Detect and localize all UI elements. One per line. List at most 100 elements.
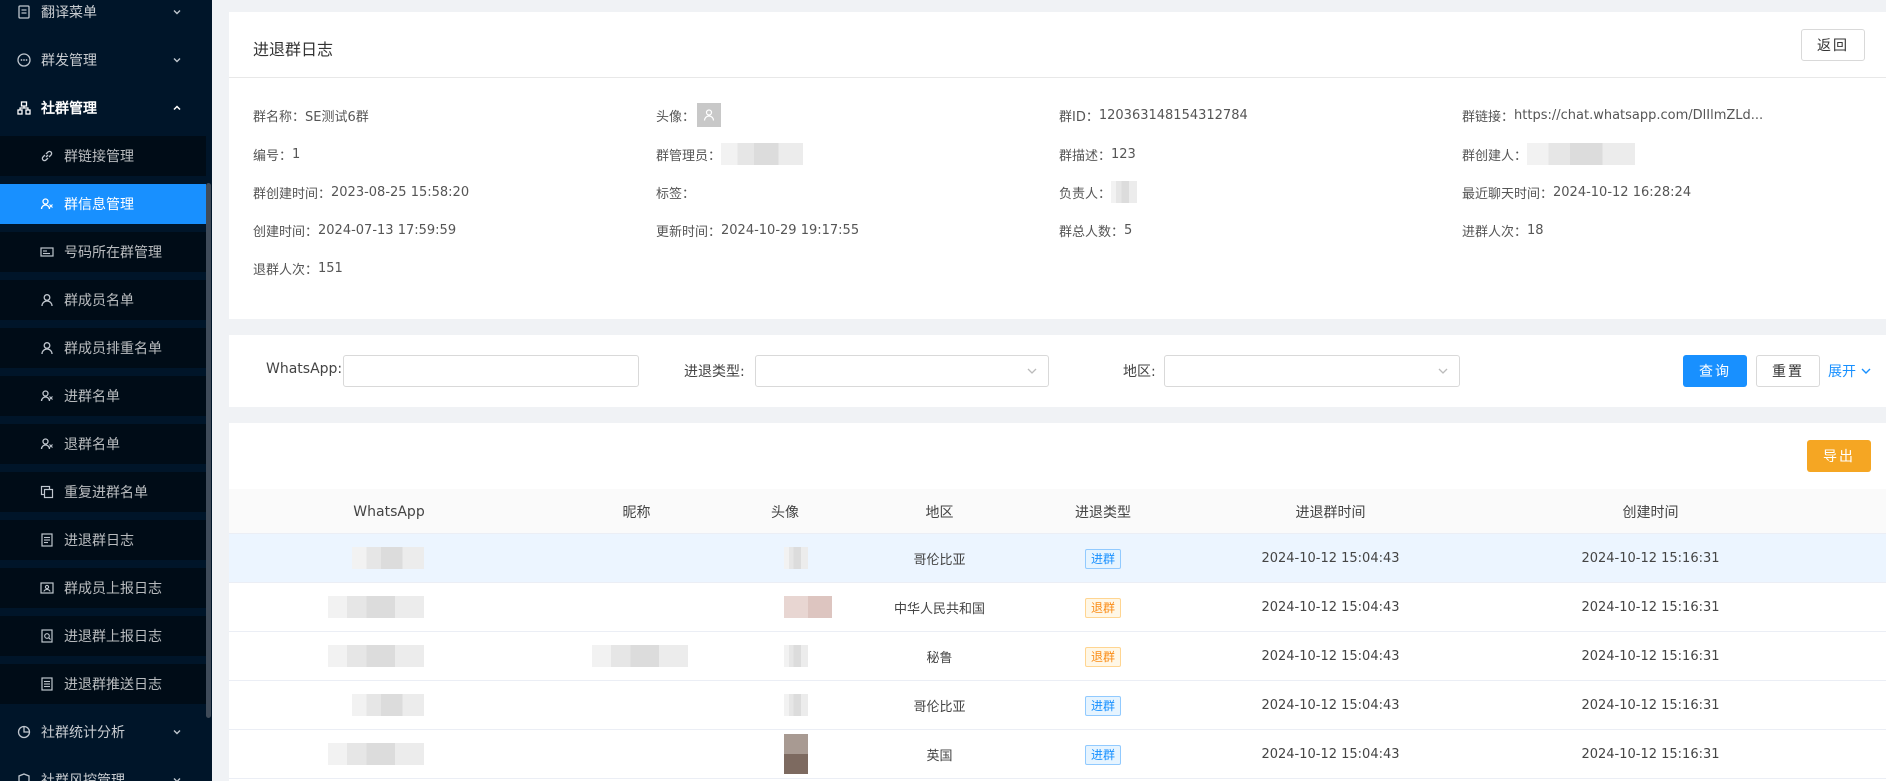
sidebar-item-join-leave-log[interactable]: 进退群日志	[0, 520, 206, 560]
time-cell: 2024-10-12 15:04:43	[1261, 698, 1400, 713]
divider	[229, 77, 1886, 78]
type-cell: 退群	[1033, 632, 1173, 681]
chevron-down-icon	[170, 725, 184, 739]
region-cell: 哥伦比亚	[913, 553, 966, 568]
region-cell: 中华人民共和国	[893, 602, 985, 617]
redacted-owner	[1111, 181, 1138, 203]
sidebar-item-number-groups[interactable]: 号码所在群管理	[0, 232, 206, 272]
sidebar-scrollbar[interactable]	[206, 183, 211, 718]
table-row[interactable]: 秘鲁 退群 2024-10-12 15:04:43 2024-10-12 15:…	[229, 632, 1886, 681]
sidebar: 翻译菜单 群发管理 社群管理 群链接管理 群信息管理 号码所在群管理 群成员名单…	[0, 0, 212, 781]
sidebar-item-label: 进退群推送日志	[64, 677, 162, 693]
menu-group-stats[interactable]: 社群统计分析	[0, 708, 206, 756]
back-button[interactable]: 返回	[1801, 29, 1865, 61]
sidebar-item-group-info[interactable]: 群信息管理	[0, 184, 206, 224]
search-panel: WhatsApp: 进退类型: 地区: 查询 重置 展开	[229, 335, 1886, 407]
chevron-down-icon	[170, 773, 184, 781]
user-icon	[39, 340, 55, 356]
sidebar-item-repeat-join[interactable]: 重复进群名单	[0, 472, 206, 512]
field-number: 编号： 1	[253, 146, 301, 164]
column-header: WhatsApp	[353, 503, 425, 520]
type-label: 进退类型:	[684, 364, 745, 380]
menu-group-label: 社群风控管理	[41, 773, 125, 781]
column-header: 进退群时间	[1295, 504, 1366, 521]
sidebar-item-leave-list[interactable]: 退群名单	[0, 424, 206, 464]
sidebar-item-label: 进退群日志	[64, 533, 134, 549]
table-row[interactable]: 英国 进群 2024-10-12 15:04:43 2024-10-12 15:…	[229, 730, 1886, 779]
sidebar-item-join-leave-push-log[interactable]: 进退群推送日志	[0, 664, 206, 704]
type-cell: 退群	[1033, 583, 1173, 632]
type-cell: 进群	[1033, 730, 1173, 779]
field-total: 群总人数： 5	[1059, 222, 1133, 240]
users-icon	[39, 388, 55, 404]
chevron-down-icon	[170, 53, 184, 67]
region-select[interactable]	[1164, 355, 1460, 387]
sidebar-item-label: 重复进群名单	[64, 485, 148, 501]
menu-group-label: 翻译菜单	[41, 5, 97, 21]
field-group-id: 群ID： 120363148154312784	[1059, 107, 1248, 125]
field-last-chat: 最近聊天时间： 2024-10-12 16:28:24	[1462, 184, 1692, 202]
status-badge: 退群	[1084, 646, 1121, 667]
created-cell: 2024-10-12 15:16:31	[1581, 600, 1720, 615]
menu-group-label: 社群统计分析	[41, 725, 125, 741]
chevron-up-icon	[170, 101, 184, 115]
users-icon	[39, 196, 55, 212]
sidebar-item-label: 群链接管理	[64, 149, 134, 165]
table-row[interactable]: 哥伦比亚 进群 2024-10-12 15:04:43 2024-10-12 1…	[229, 534, 1886, 583]
redacted-avatar	[784, 734, 808, 774]
sidebar-item-member-report-log[interactable]: 群成员上报日志	[0, 568, 206, 608]
sidebar-item-join-leave-report-log[interactable]: 进退群上报日志	[0, 616, 206, 656]
document-icon	[15, 3, 33, 21]
org-icon	[15, 99, 33, 117]
group-info-panel: 进退群日志 返回 群名称： SE测试6群 头像： 群ID： 120363148154…	[229, 12, 1886, 319]
menu-group-community[interactable]: 社群管理	[0, 84, 206, 132]
redacted-whatsapp	[328, 596, 424, 618]
field-avatar: 头像：	[656, 103, 722, 127]
redacted-avatar	[784, 694, 808, 716]
created-cell: 2024-10-12 15:16:31	[1581, 551, 1720, 566]
sidebar-item-members[interactable]: 群成员名单	[0, 280, 206, 320]
redacted-avatar	[784, 596, 832, 618]
menu-group-risk[interactable]: 社群风控管理	[0, 756, 206, 781]
type-select[interactable]	[755, 355, 1049, 387]
whatsapp-input[interactable]	[343, 355, 639, 387]
shield-icon	[15, 771, 33, 781]
type-cell: 进群	[1033, 681, 1173, 730]
time-cell: 2024-10-12 15:04:43	[1261, 747, 1400, 762]
table-header: WhatsApp 昵称 头像 地区 进退类型 进退群时间 创建时间	[229, 489, 1886, 534]
redacted-nickname	[592, 645, 688, 667]
sidebar-item-label: 群信息管理	[64, 197, 134, 213]
field-tags: 标签：	[656, 186, 696, 202]
created-cell: 2024-10-12 15:16:31	[1581, 747, 1720, 762]
pie-chart-icon	[15, 723, 33, 741]
sidebar-item-members-dedup[interactable]: 群成员排重名单	[0, 328, 206, 368]
sidebar-item-group-links[interactable]: 群链接管理	[0, 136, 206, 176]
column-header: 地区	[925, 504, 954, 521]
created-cell: 2024-10-12 15:16:31	[1581, 698, 1720, 713]
redacted-creator	[1527, 143, 1636, 165]
export-button[interactable]: 导出	[1807, 440, 1871, 472]
sidebar-item-label: 群成员排重名单	[64, 341, 162, 357]
sidebar-item-join-list[interactable]: 进群名单	[0, 376, 206, 416]
table-panel: 导出 WhatsApp 昵称 头像 地区 进退类型 进退群时间 创建时间 哥伦比…	[229, 423, 1886, 781]
redacted-whatsapp	[328, 743, 424, 765]
table-row[interactable]: 中华人民共和国 退群 2024-10-12 15:04:43 2024-10-1…	[229, 583, 1886, 632]
file-check-icon	[39, 628, 55, 644]
column-header: 创建时间	[1622, 504, 1679, 521]
status-badge: 进群	[1084, 744, 1121, 765]
reset-button[interactable]: 重置	[1756, 355, 1820, 387]
created-cell: 2024-10-12 15:16:31	[1581, 649, 1720, 664]
field-group-link: 群链接： https://chat.whatsapp.com/DlIlmZLd..…	[1462, 107, 1764, 125]
users-icon	[39, 436, 55, 452]
menu-group-broadcast[interactable]: 群发管理	[0, 36, 206, 84]
status-badge: 退群	[1084, 597, 1121, 618]
table-row[interactable]: 哥伦比亚 进群 2024-10-12 15:04:43 2024-10-12 1…	[229, 681, 1886, 730]
copy-icon	[39, 484, 55, 500]
expand-link[interactable]: 展开	[1828, 361, 1872, 381]
field-group-name: 群名称： SE测试6群	[253, 109, 369, 125]
group-link[interactable]: https://chat.whatsapp.com/DlIlmZLd...	[1514, 108, 1763, 123]
menu-group-translate[interactable]: 翻译菜单	[0, 0, 206, 36]
query-button[interactable]: 查询	[1683, 355, 1747, 387]
redacted-avatar	[784, 645, 808, 667]
type-cell: 进群	[1033, 534, 1173, 583]
